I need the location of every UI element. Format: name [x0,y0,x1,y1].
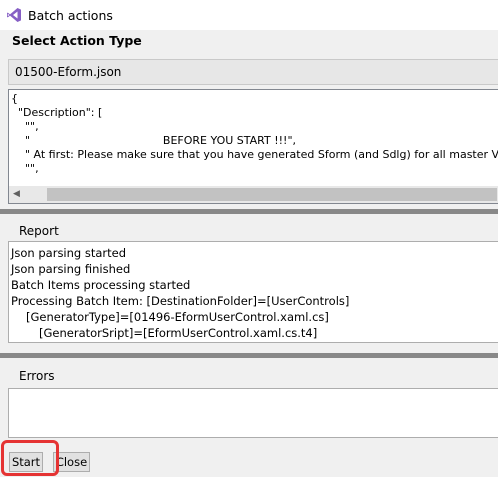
report-line: [GeneratorSript]=[EformUserControl.xaml.… [39,326,318,340]
start-button-highlight [1,440,59,476]
visual-studio-icon [7,8,21,22]
bottom-splitter[interactable] [0,353,498,358]
action-file-selector[interactable]: 01500-Eform.json [8,59,498,85]
json-line: " At first: Please make sure that you ha… [11,148,498,161]
window-title: Batch actions [28,8,113,23]
json-line: " BEFORE YOU START !!!", [11,134,297,147]
report-line: Processing Batch Item: [DestinationFolde… [11,294,350,308]
report-label: Report [19,224,59,238]
title-bar: Batch actions [0,0,498,30]
select-action-type-label: Select Action Type [12,33,142,48]
errors-log[interactable] [8,388,498,438]
json-preview-textbox[interactable]: { "Description": [ "", " BEFORE YOU STAR… [8,89,498,204]
report-log[interactable]: Json parsing started Json parsing finish… [8,241,498,343]
selected-file-text: 01500-Eform.json [15,65,122,79]
json-line: { [11,92,18,105]
top-splitter[interactable] [0,209,498,214]
horizontal-scrollbar[interactable]: ◀ [9,186,498,203]
scroll-left-arrow-icon[interactable]: ◀ [13,189,20,199]
report-line: Json parsing started [11,246,127,260]
json-line: "", [11,162,39,175]
json-line: "", [11,120,39,133]
errors-label: Errors [19,369,55,383]
json-line: "Description": [ [11,106,103,119]
report-line: Batch Items processing started [11,278,191,292]
report-line: [GeneratorType]=[01496-EformUserControl.… [26,310,329,324]
scrollbar-thumb[interactable] [47,188,497,201]
report-line: Json parsing finished [11,262,131,276]
